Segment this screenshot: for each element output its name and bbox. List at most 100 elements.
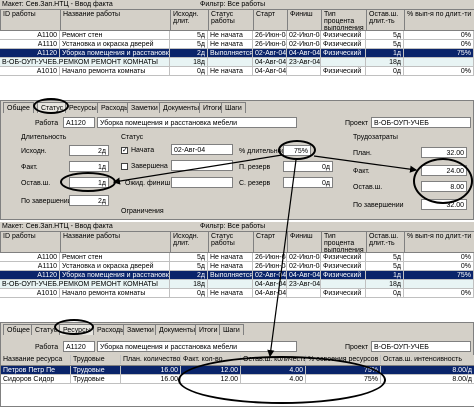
cell-dur: 0д <box>170 67 208 76</box>
cell-finish <box>287 289 321 298</box>
cell-finish: 02-Июл-04 <box>289 262 321 271</box>
tab-documents[interactable]: Документы <box>159 102 204 113</box>
orig-dur-label: Исходн. <box>21 148 47 155</box>
table-row[interactable]: А1100 Ремонт стен 5д Не начата 26-Июн-04… <box>0 31 474 40</box>
cell-status: Не начата <box>208 289 253 298</box>
plan-labor-field[interactable]: 32.00 <box>421 147 467 158</box>
cell-status: Не начата <box>208 262 253 271</box>
tab-general[interactable]: Общее <box>3 102 34 113</box>
started-checkbox[interactable]: ✓ <box>121 147 128 154</box>
wbs-row[interactable]: В-ОБ-ОУП-УЧЕБ.РЕМКОМ РЕМОНТ КОМНАТЫ 18д … <box>0 280 474 289</box>
cell-dur: 5д <box>170 31 208 40</box>
table-row-selected[interactable]: А1120 Уборка помещения и расстановк... 2… <box>0 49 474 58</box>
col-finish[interactable]: Финиш <box>288 232 322 252</box>
work-id-field[interactable]: А1120 <box>63 341 95 352</box>
tab-documents[interactable]: Документы <box>155 324 200 335</box>
project-field[interactable]: В-ОБ-ОУП-УЧЕБ <box>371 117 471 128</box>
orig-dur-field[interactable]: 2д <box>69 145 109 156</box>
cell-id: А1010 <box>0 67 60 76</box>
project-field[interactable]: В-ОБ-ОУП-УЧЕБ <box>371 341 471 352</box>
table-row[interactable]: А1010 Начало ремонта комнаты 0д Не начат… <box>0 289 474 298</box>
cell-id: А1120 <box>0 271 60 280</box>
act-dur-field[interactable]: 1д <box>69 161 109 172</box>
table-row[interactable]: А1110 Установка и окраска дверей 5д Не н… <box>0 262 474 271</box>
cell-status: Не начата <box>208 67 253 76</box>
cell-status: Не начата <box>208 253 253 262</box>
bottom-filter-text: Фильтр: Все работы <box>200 223 266 230</box>
col-start[interactable]: Старт <box>254 232 288 252</box>
col-name[interactable]: Название работы <box>61 232 171 252</box>
exp-finish-field[interactable] <box>171 177 233 188</box>
cell-rem: 0д <box>366 289 404 298</box>
tab-steps[interactable]: Шаги <box>221 102 246 113</box>
cell-start: 04-Авг-04 <box>255 67 287 76</box>
cell-pct: 0% <box>404 31 474 40</box>
cell-start: 26-Июн-04 <box>255 40 287 49</box>
finished-checkbox[interactable] <box>121 163 128 170</box>
project-label: Проект <box>345 344 369 351</box>
work-id-field[interactable]: А1120 <box>63 117 95 128</box>
tab-notes[interactable]: Заметки <box>127 102 162 113</box>
started-date-field[interactable]: 02-Авг-04 <box>171 144 233 155</box>
highlight-labor-fields <box>413 158 473 204</box>
cell-plan-qty: 16.00 <box>121 375 181 384</box>
cell-status: Выполняется <box>210 49 253 58</box>
wbs-row[interactable]: В-ОБ-ОУП-УЧЕБ.РЕМКОМ РЕМОНТ КОМНАТЫ 18д … <box>0 58 474 67</box>
col-pct-type[interactable]: Тип процента выполнения <box>322 10 367 30</box>
plan-labor-label: План. <box>353 150 372 157</box>
tab-steps[interactable]: Шаги <box>219 324 244 335</box>
cell-pct-type: Физический <box>321 262 366 271</box>
highlight-pct-field <box>278 140 316 160</box>
cell-start: 26-Июн-04 <box>255 253 287 262</box>
tab-general[interactable]: Общее <box>3 324 34 335</box>
col-res-name[interactable]: Название ресурса <box>1 355 71 364</box>
tab-totals[interactable]: Итоги <box>195 324 222 335</box>
cell-id: А1010 <box>0 289 60 298</box>
cell-pct: 75% <box>404 271 474 280</box>
col-orig-dur[interactable]: Исходн. длит. <box>171 10 209 30</box>
col-rem-dur[interactable]: Остав.ш. длит.-ть <box>367 10 405 30</box>
cell-dur: 0д <box>170 289 208 298</box>
top-grid-body: А1100 Ремонт стен 5д Не начата 26-Июн-04… <box>0 31 474 87</box>
col-rem-units[interactable]: Остав.ш. интенсивность <box>381 355 474 364</box>
cell-name: Установка и окраска дверей <box>60 40 170 49</box>
tab-notes[interactable]: Заметки <box>123 324 158 335</box>
col-plan-qty[interactable]: План. количество <box>121 355 181 364</box>
cell-pct <box>404 58 474 67</box>
col-rem-dur[interactable]: Остав.ш. длит.-ть <box>367 232 405 252</box>
col-start[interactable]: Старт <box>254 10 288 30</box>
col-pct[interactable]: % вып-я по длит.-ти <box>405 10 474 30</box>
finished-date-field[interactable] <box>171 160 233 171</box>
cell-rem-units: 8.00/д <box>381 375 474 384</box>
cell-start: 26-Июн-04 <box>255 262 287 271</box>
col-pct-type[interactable]: Тип процента выполнения <box>322 232 367 252</box>
col-orig-dur[interactable]: Исходн. длит. <box>171 232 209 252</box>
col-id[interactable]: ID работы <box>1 10 61 30</box>
table-row[interactable]: А1110 Установка и окраска дверей 5д Не н… <box>0 40 474 49</box>
table-row-selected[interactable]: А1120 Уборка помещения и расстановк... 2… <box>0 271 474 280</box>
col-name[interactable]: Название работы <box>61 10 171 30</box>
work-name-field[interactable]: Уборка помещения и расстановка мебели <box>97 117 297 128</box>
col-id[interactable]: ID работы <box>1 232 61 252</box>
col-res-type[interactable]: Трудовые <box>71 355 121 364</box>
cell-name: Ремонт стен <box>60 31 170 40</box>
at-compl-field[interactable]: 2д <box>69 195 109 206</box>
cell-status: Не начата <box>208 31 253 40</box>
bottom-title-text: Макет: Сев.Зап.НТЦ - Ввод факта <box>2 223 113 230</box>
labor-group-title: Трудозатраты <box>353 134 398 141</box>
table-row[interactable]: А1100 Ремонт стен 5д Не начата 26-Июн-04… <box>0 253 474 262</box>
work-name-field[interactable]: Уборка помещения и расстановка мебели <box>97 341 297 352</box>
bottom-window-title: Макет: Сев.Зап.НТЦ - Ввод факта Фильтр: … <box>0 222 474 231</box>
cell-id: А1110 <box>0 262 60 271</box>
col-status[interactable]: Статус работы <box>209 232 254 252</box>
cell-finish <box>287 67 321 76</box>
col-finish[interactable]: Финиш <box>288 10 322 30</box>
table-row[interactable]: А1010 Начало ремонта комнаты 0д Не начат… <box>0 67 474 76</box>
tab-resources[interactable]: Ресурсы <box>65 102 101 113</box>
col-pct[interactable]: % вып-я по длит.-ти <box>405 232 474 252</box>
col-status[interactable]: Статус работы <box>209 10 254 30</box>
cell-rem-units: 8.00/д <box>381 366 474 375</box>
cell-dur: 5д <box>170 262 208 271</box>
cell-pct: 75% <box>404 49 474 58</box>
at-compl-labor-label: По завершении <box>353 202 404 209</box>
